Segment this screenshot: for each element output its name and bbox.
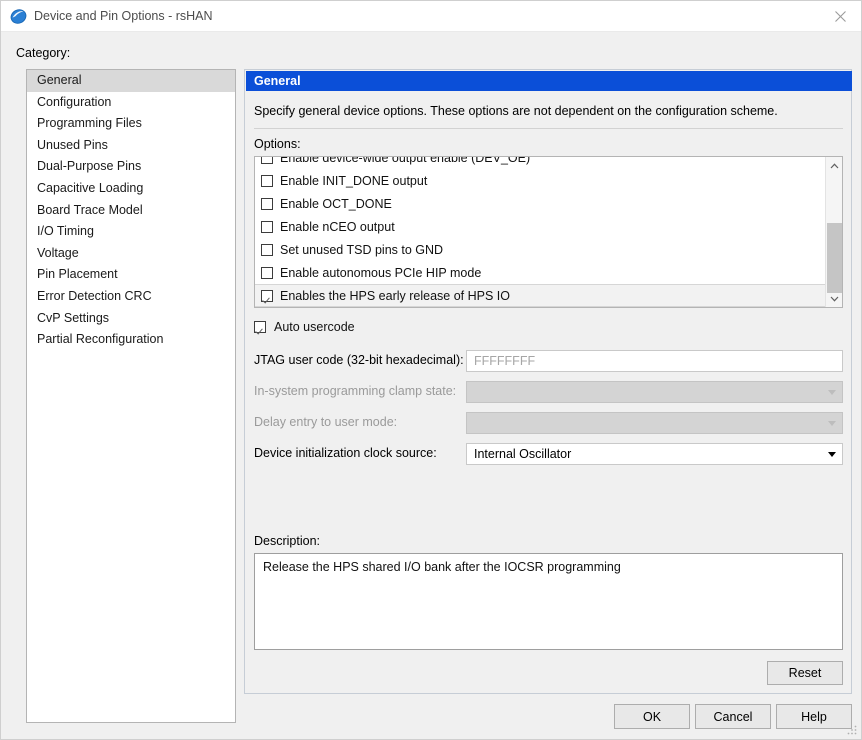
delay-entry-label: Delay entry to user mode: — [254, 415, 398, 429]
category-label: Category: — [16, 46, 71, 60]
scroll-down-icon[interactable] — [826, 290, 842, 307]
sidebar-item-general[interactable]: General — [27, 70, 235, 92]
device-and-pin-options-dialog: Device and Pin Options - rsHAN Category:… — [0, 0, 862, 740]
option-row-hps-early-release[interactable]: Enables the HPS early release of HPS IO — [255, 284, 825, 307]
checkbox-nceo[interactable] — [261, 220, 273, 233]
panel-title: General — [246, 71, 852, 91]
sidebar-item-programming-files[interactable]: Programming Files — [27, 113, 235, 135]
scroll-up-icon[interactable] — [826, 157, 842, 174]
chevron-down-icon — [828, 452, 836, 457]
sidebar-item-voltage[interactable]: Voltage — [27, 243, 235, 265]
title-bar: Device and Pin Options - rsHAN — [1, 1, 861, 32]
chevron-down-icon — [828, 390, 836, 395]
init-clock-source-value: Internal Oscillator — [474, 447, 572, 461]
clamp-state-row: In-system programming clamp state: — [254, 381, 843, 403]
sidebar-item-configuration[interactable]: Configuration — [27, 92, 235, 114]
option-label: Enable autonomous PCIe HIP mode — [280, 265, 482, 280]
window-title: Device and Pin Options - rsHAN — [34, 9, 213, 23]
sidebar-item-board-trace-model[interactable]: Board Trace Model — [27, 200, 235, 222]
option-row-init-done[interactable]: Enable INIT_DONE output — [255, 169, 825, 192]
chevron-down-icon — [828, 421, 836, 426]
jtag-user-code-input[interactable]: FFFFFFFF — [466, 350, 843, 372]
option-label: Enable OCT_DONE — [280, 196, 392, 211]
clamp-state-select[interactable] — [466, 381, 843, 403]
description-label: Description: — [254, 534, 320, 548]
options-scroll-area: Enable device-wide output enable (DEV_OE… — [255, 157, 825, 307]
description-text: Release the HPS shared I/O bank after th… — [254, 553, 843, 650]
checkbox-oct-done[interactable] — [261, 197, 273, 210]
checkbox-dev-oe[interactable] — [261, 157, 273, 164]
scrollbar-thumb[interactable] — [827, 223, 842, 293]
options-scrollbar[interactable] — [825, 157, 842, 307]
clamp-state-label: In-system programming clamp state: — [254, 384, 457, 398]
option-label: Enable device-wide output enable (DEV_OE… — [280, 157, 531, 165]
sidebar-item-partial-reconfiguration[interactable]: Partial Reconfiguration — [27, 329, 235, 351]
option-label: Enable INIT_DONE output — [280, 173, 428, 188]
sidebar-item-dual-purpose-pins[interactable]: Dual-Purpose Pins — [27, 156, 235, 178]
options-label: Options: — [254, 137, 301, 151]
option-label: Enables the HPS early release of HPS IO — [280, 288, 510, 303]
checkbox-pcie-hip[interactable] — [261, 266, 273, 279]
option-row-dev-oe[interactable]: Enable device-wide output enable (DEV_OE… — [255, 157, 825, 169]
ok-button[interactable]: OK — [614, 704, 690, 729]
sidebar-item-capacitive-loading[interactable]: Capacitive Loading — [27, 178, 235, 200]
sidebar-item-cvp-settings[interactable]: CvP Settings — [27, 308, 235, 330]
checkbox-hps-early-release[interactable] — [261, 289, 273, 302]
init-clock-source-row: Device initialization clock source: Inte… — [254, 443, 843, 465]
checkbox-auto-usercode[interactable] — [254, 321, 266, 333]
reset-button[interactable]: Reset — [767, 661, 843, 685]
delay-entry-select[interactable] — [466, 412, 843, 434]
close-icon[interactable] — [818, 1, 861, 31]
sidebar-item-unused-pins[interactable]: Unused Pins — [27, 135, 235, 157]
panel-divider — [254, 128, 843, 129]
resize-grip[interactable] — [846, 724, 858, 736]
option-row-pcie-hip[interactable]: Enable autonomous PCIe HIP mode — [255, 261, 825, 284]
option-row-nceo[interactable]: Enable nCEO output — [255, 215, 825, 238]
auto-usercode-label: Auto usercode — [274, 320, 355, 334]
sidebar-item-io-timing[interactable]: I/O Timing — [27, 221, 235, 243]
cancel-button[interactable]: Cancel — [695, 704, 771, 729]
options-list[interactable]: Enable device-wide output enable (DEV_OE… — [254, 156, 843, 308]
option-row-tsd-gnd[interactable]: Set unused TSD pins to GND — [255, 238, 825, 261]
init-clock-source-select[interactable]: Internal Oscillator — [466, 443, 843, 465]
checkbox-tsd-gnd[interactable] — [261, 243, 273, 256]
sidebar-item-pin-placement[interactable]: Pin Placement — [27, 264, 235, 286]
globe-icon — [10, 8, 27, 25]
sidebar-item-error-detection-crc[interactable]: Error Detection CRC — [27, 286, 235, 308]
jtag-user-code-label: JTAG user code (32-bit hexadecimal): — [254, 353, 464, 367]
help-button[interactable]: Help — [776, 704, 852, 729]
option-label: Set unused TSD pins to GND — [280, 242, 444, 257]
option-label: Enable nCEO output — [280, 219, 395, 234]
jtag-user-code-row: JTAG user code (32-bit hexadecimal): FFF… — [254, 350, 843, 372]
panel-description: Specify general device options. These op… — [254, 104, 778, 118]
option-row-oct-done[interactable]: Enable OCT_DONE — [255, 192, 825, 215]
auto-usercode-checkbox-row[interactable]: Auto usercode — [254, 320, 355, 334]
delay-entry-row: Delay entry to user mode: — [254, 412, 843, 434]
init-clock-source-label: Device initialization clock source: — [254, 446, 437, 460]
category-list[interactable]: General Configuration Programming Files … — [26, 69, 236, 723]
general-panel: General Specify general device options. … — [244, 69, 852, 694]
checkbox-init-done[interactable] — [261, 174, 273, 187]
